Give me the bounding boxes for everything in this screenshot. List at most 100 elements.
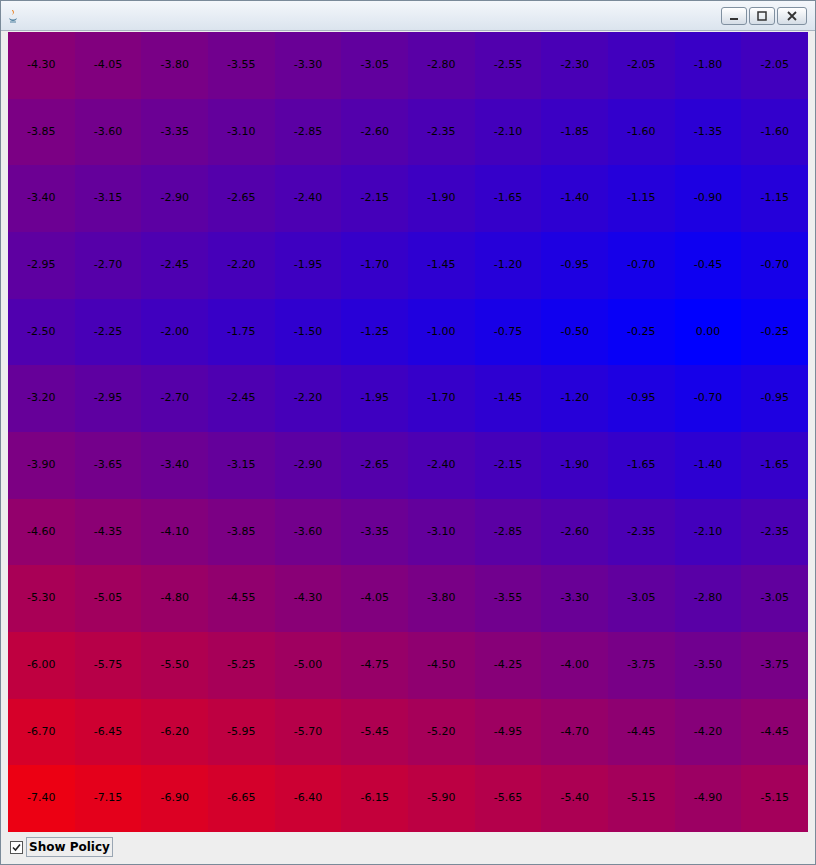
check-icon: [11, 842, 22, 853]
grid-cell: -4.60: [8, 499, 75, 566]
grid-cell: -4.95: [475, 699, 542, 766]
grid-cell: -1.45: [408, 232, 475, 299]
grid-cell: -2.05: [608, 32, 675, 99]
grid-cell: -4.75: [341, 632, 408, 699]
grid-cell: -2.70: [141, 365, 208, 432]
close-button[interactable]: [777, 7, 807, 25]
grid-cell: -5.15: [741, 765, 808, 832]
maximize-icon: [757, 11, 767, 21]
grid-cell: -3.40: [8, 165, 75, 232]
grid-cell: -5.15: [608, 765, 675, 832]
close-icon: [787, 11, 797, 21]
grid-cell: -3.85: [8, 99, 75, 166]
grid-cell: -3.30: [541, 565, 608, 632]
grid-cell: -5.65: [475, 765, 542, 832]
grid-cell: -4.50: [408, 632, 475, 699]
grid-cell: -3.20: [8, 365, 75, 432]
grid-cell: -6.40: [275, 765, 342, 832]
grid-cell: -3.65: [75, 432, 142, 499]
grid-cell: -3.30: [275, 32, 342, 99]
grid-cell: -3.10: [208, 99, 275, 166]
grid-cell: -1.40: [675, 432, 742, 499]
grid-cell: -3.05: [608, 565, 675, 632]
grid-cell: -1.00: [408, 299, 475, 366]
grid-cell: -4.20: [675, 699, 742, 766]
grid-cell: -1.65: [608, 432, 675, 499]
grid-cell: -5.70: [275, 699, 342, 766]
grid-cell: -3.40: [141, 432, 208, 499]
java-icon: [5, 8, 21, 24]
grid-cell: -2.50: [8, 299, 75, 366]
grid-cell: -4.90: [675, 765, 742, 832]
grid-cell: -2.35: [608, 499, 675, 566]
grid-cell: -2.60: [541, 499, 608, 566]
grid-cell: -1.65: [741, 432, 808, 499]
grid-cell: -2.15: [341, 165, 408, 232]
app-window: -4.30-4.05-3.80-3.55-3.30-3.05-2.80-2.55…: [0, 0, 816, 865]
grid-cell: -2.10: [475, 99, 542, 166]
grid-cell: -4.45: [608, 699, 675, 766]
grid-cell: -1.75: [208, 299, 275, 366]
grid-cell: -3.50: [675, 632, 742, 699]
grid-cell: -1.15: [741, 165, 808, 232]
maximize-button[interactable]: [749, 7, 775, 25]
grid-cell: -2.45: [208, 365, 275, 432]
grid-cell: -2.35: [408, 99, 475, 166]
grid-cell: -5.40: [541, 765, 608, 832]
grid-cell: -2.20: [275, 365, 342, 432]
grid-cell: -1.15: [608, 165, 675, 232]
grid-cell: -2.25: [75, 299, 142, 366]
grid-cell: -5.05: [75, 565, 142, 632]
grid-cell: -6.65: [208, 765, 275, 832]
show-policy-checkbox[interactable]: Show Policy: [10, 837, 113, 857]
grid-cell: -4.05: [341, 565, 408, 632]
grid-cell: -3.35: [141, 99, 208, 166]
grid-cell: -2.40: [275, 165, 342, 232]
grid-cell: -3.15: [75, 165, 142, 232]
grid-cell: -2.90: [275, 432, 342, 499]
value-grid: -4.30-4.05-3.80-3.55-3.30-3.05-2.80-2.55…: [8, 32, 808, 832]
grid-cell: -2.65: [341, 432, 408, 499]
grid-cell: -0.95: [741, 365, 808, 432]
grid-cell: -0.90: [675, 165, 742, 232]
grid-cell: -2.00: [141, 299, 208, 366]
grid-cell: -1.95: [275, 232, 342, 299]
grid-cell: -1.70: [341, 232, 408, 299]
grid-cell: -5.20: [408, 699, 475, 766]
grid-cell: -5.75: [75, 632, 142, 699]
grid-cell: -5.00: [275, 632, 342, 699]
minimize-button[interactable]: [721, 7, 747, 25]
grid-cell: -3.05: [341, 32, 408, 99]
grid-cell: -0.70: [741, 232, 808, 299]
grid-cell: -4.05: [75, 32, 142, 99]
grid-cell: -6.15: [341, 765, 408, 832]
grid-cell: -5.50: [141, 632, 208, 699]
grid-cell: -1.70: [408, 365, 475, 432]
grid-cell: -2.40: [408, 432, 475, 499]
grid-cell: -2.80: [675, 565, 742, 632]
grid-cell: -2.60: [341, 99, 408, 166]
grid-cell: -5.90: [408, 765, 475, 832]
grid-cell: -0.25: [741, 299, 808, 366]
checkbox-box[interactable]: [10, 841, 23, 854]
minimize-icon: [729, 11, 739, 21]
grid-cell: -1.35: [675, 99, 742, 166]
grid-cell: -2.80: [408, 32, 475, 99]
grid-cell: -6.00: [8, 632, 75, 699]
title-bar[interactable]: [1, 1, 815, 31]
grid-cell: -2.95: [75, 365, 142, 432]
grid-cell: -3.55: [475, 565, 542, 632]
grid-cell: -2.10: [675, 499, 742, 566]
grid-cell: -5.30: [8, 565, 75, 632]
grid-cell: -1.90: [541, 432, 608, 499]
grid-cell: -6.45: [75, 699, 142, 766]
grid-cell: -1.25: [341, 299, 408, 366]
grid-cell: -3.85: [208, 499, 275, 566]
grid-cell: -6.90: [141, 765, 208, 832]
grid-cell: -3.75: [741, 632, 808, 699]
grid-cell: -1.85: [541, 99, 608, 166]
grid-cell: -1.20: [475, 232, 542, 299]
grid-cell: -4.45: [741, 699, 808, 766]
grid-cell: -2.85: [275, 99, 342, 166]
grid-cell: -2.20: [208, 232, 275, 299]
